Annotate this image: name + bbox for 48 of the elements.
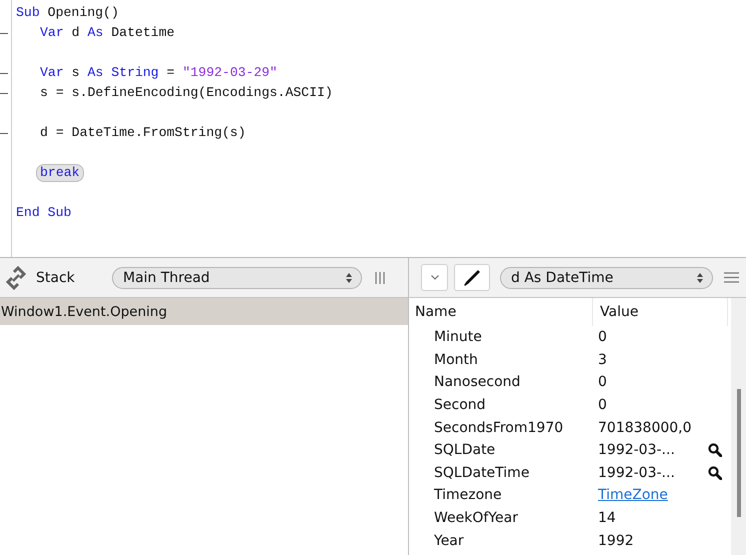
code-line: Sub Opening() xyxy=(16,4,119,22)
line-marker[interactable] xyxy=(0,72,8,74)
variable-select[interactable]: d As DateTime xyxy=(500,266,713,288)
property-name: SQLDate xyxy=(434,442,496,458)
thread-select[interactable]: Main Thread xyxy=(112,266,362,288)
pane-title: Stack xyxy=(36,270,76,286)
chain-link-icon xyxy=(4,266,28,290)
property-name: Timezone xyxy=(434,487,502,504)
column-header[interactable]: Name xyxy=(409,298,593,326)
column-toggle-icon[interactable] xyxy=(375,272,385,284)
break-statement: break xyxy=(36,164,84,182)
line-marker[interactable] xyxy=(0,92,8,94)
code-line: d = DateTime.FromString(s) xyxy=(40,124,246,142)
edit-button[interactable] xyxy=(454,264,490,291)
property-name: Month xyxy=(434,352,478,368)
property-name: Nanosecond xyxy=(434,374,520,390)
property-value: 0 xyxy=(598,374,607,390)
pencil-icon xyxy=(463,268,481,286)
property-value: 1992 xyxy=(598,532,634,549)
code-line: Var s As String = "1992-03-29" xyxy=(40,64,278,82)
property-name: WeekOfYear xyxy=(434,510,518,526)
property-name: Minute xyxy=(434,329,482,346)
property-value: 0 xyxy=(598,329,607,346)
search-icon[interactable] xyxy=(708,466,722,480)
property-value: 1992-03-... xyxy=(598,442,675,458)
property-value: 701838000,0 xyxy=(598,420,692,436)
property-value: 1992-03-... xyxy=(598,464,675,481)
code-line: Var d As Datetime xyxy=(40,24,175,42)
menu-icon[interactable] xyxy=(724,272,739,283)
value-link[interactable]: TimeZone xyxy=(598,487,668,504)
property-value: 0 xyxy=(598,397,607,414)
chevron-down-icon xyxy=(430,275,438,280)
property-name: SQLDateTime xyxy=(434,464,530,481)
property-name: SecondsFrom1970 xyxy=(434,420,564,436)
line-marker[interactable] xyxy=(0,32,8,34)
updown-arrows-icon xyxy=(696,272,704,284)
property-name: Year xyxy=(434,532,464,549)
code-line: s = s.DefineEncoding(Encodings.ASCII) xyxy=(40,84,333,102)
property-value: 14 xyxy=(598,510,616,526)
property-value: 3 xyxy=(598,352,607,368)
updown-arrows-icon xyxy=(345,272,353,284)
code-line: End Sub xyxy=(16,204,72,222)
column-header[interactable]: Value xyxy=(593,304,638,320)
property-name: Second xyxy=(434,397,486,414)
scrollbar-thumb[interactable] xyxy=(736,389,740,517)
line-marker[interactable] xyxy=(0,132,8,134)
search-icon[interactable] xyxy=(708,443,722,458)
stack-frame[interactable]: Window1.Event.Opening xyxy=(0,298,408,325)
